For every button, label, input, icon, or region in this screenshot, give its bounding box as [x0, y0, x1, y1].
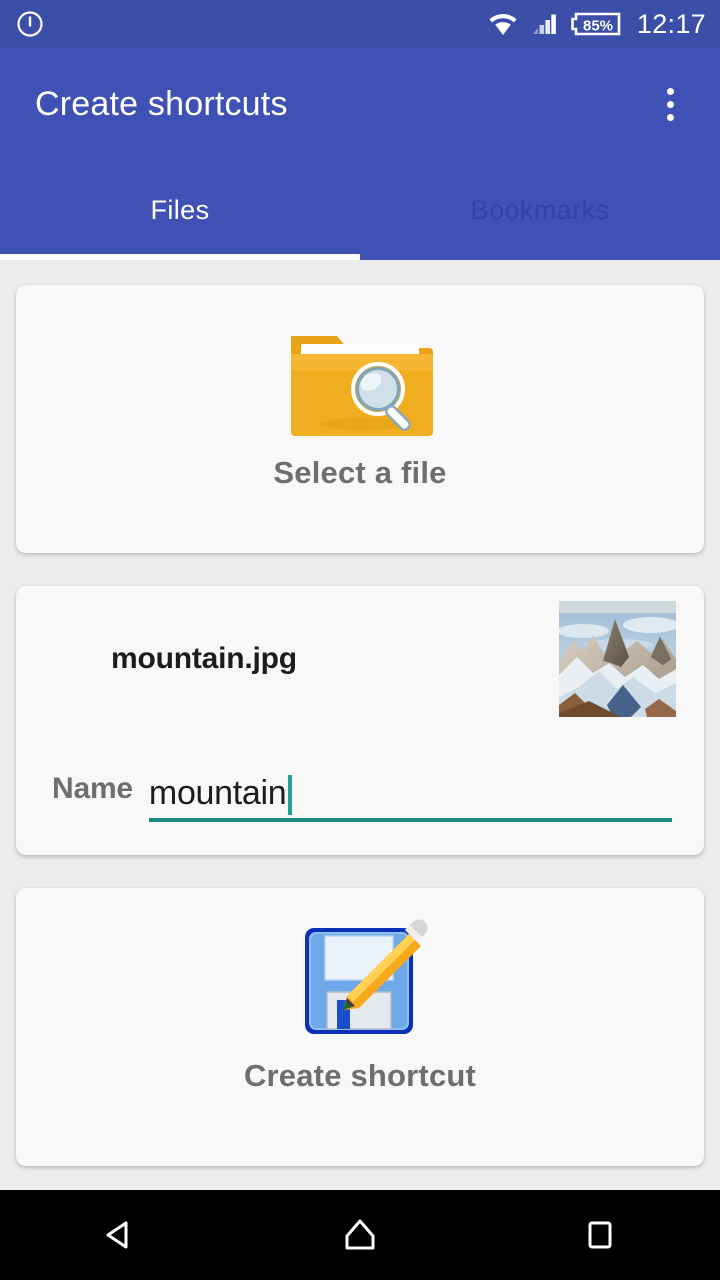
wifi-icon [488, 12, 518, 36]
phone-screen: 85% 12:17 Create shortcuts Files Bookmar… [0, 0, 720, 1280]
status-bar-left [16, 10, 44, 38]
tab-files-label: Files [150, 194, 210, 225]
file-details-card: mountain.jpg Name mountain [16, 586, 704, 855]
overflow-dot [666, 87, 674, 95]
app-bar: Create shortcuts [0, 48, 720, 160]
mountain-photo-thumbnail [559, 601, 676, 717]
android-navigation-bar [0, 1190, 720, 1280]
select-file-label: Select a file [273, 455, 447, 490]
status-bar: 85% 12:17 [0, 0, 720, 48]
content-area: Select a file mountain.jpg Name mountain… [0, 260, 720, 1190]
name-input[interactable]: mountain [148, 773, 672, 822]
cell-signal-icon [531, 12, 557, 36]
save-edit-icon [16, 910, 704, 1052]
page-title: Create shortcuts [35, 84, 288, 123]
battery-level-text: 85% [583, 18, 613, 35]
status-bar-right: 85% 12:17 [488, 10, 706, 38]
create-shortcut-label: Create shortcut [243, 1058, 477, 1093]
overflow-menu-icon[interactable] [642, 76, 698, 132]
home-icon[interactable] [240, 1190, 480, 1280]
name-input-content: mountain [148, 773, 672, 816]
name-input-value: mountain [148, 773, 287, 812]
power-icon [16, 10, 44, 38]
tab-bookmarks[interactable]: Bookmarks [360, 160, 720, 260]
folder-search-icon [16, 309, 704, 449]
overflow-dot [666, 100, 674, 108]
tab-bookmarks-label: Bookmarks [470, 194, 610, 225]
name-input-row: Name mountain [16, 732, 704, 822]
file-row: mountain.jpg [16, 586, 704, 732]
create-shortcut-card[interactable]: Create shortcut [16, 888, 704, 1166]
tab-bar: Files Bookmarks [0, 160, 720, 260]
tab-files[interactable]: Files [0, 160, 360, 260]
back-icon[interactable] [0, 1190, 240, 1280]
status-bar-clock: 12:17 [636, 8, 706, 39]
file-name-label: mountain.jpg [111, 642, 297, 675]
overflow-dot [666, 113, 674, 121]
name-field-label: Name [52, 772, 133, 805]
text-caret [288, 775, 293, 816]
battery-icon: 85% [570, 10, 622, 38]
select-file-card[interactable]: Select a file [16, 285, 704, 553]
recents-icon[interactable] [480, 1190, 720, 1280]
